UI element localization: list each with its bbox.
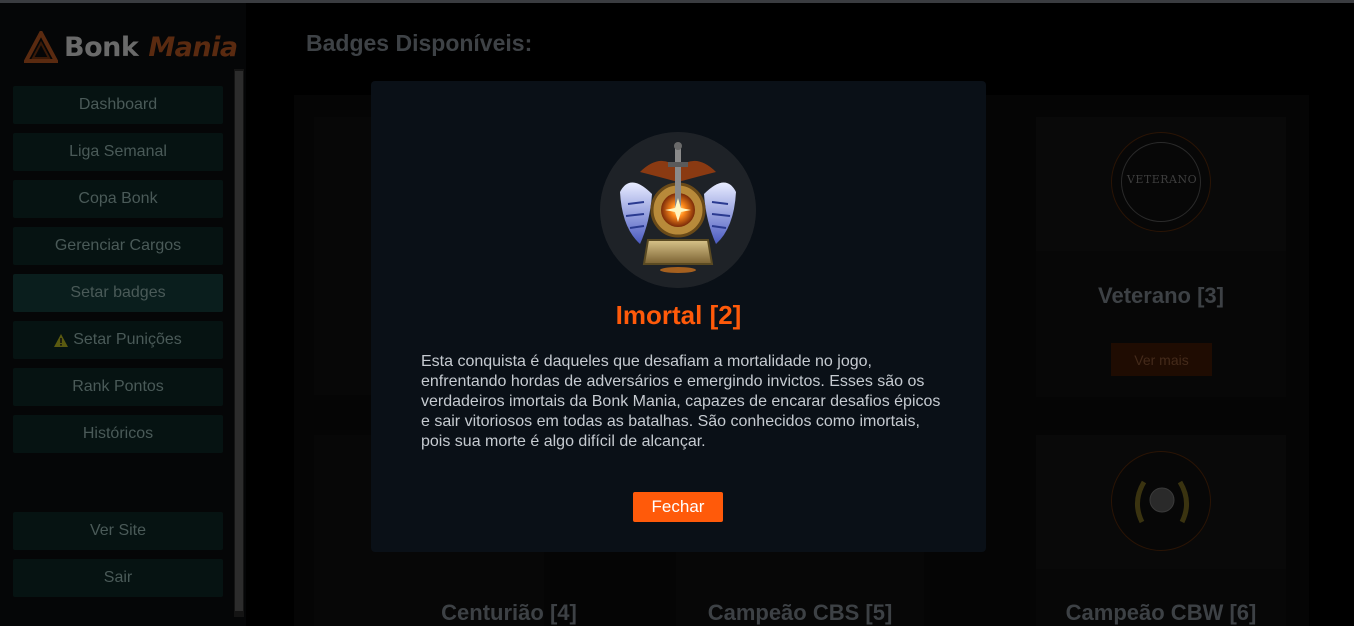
- nav-label: Setar badges: [70, 284, 166, 301]
- logo[interactable]: Bonk Mania: [24, 29, 238, 65]
- nav-ver-site[interactable]: Ver Site: [13, 512, 223, 550]
- cbw-badge-icon: [1111, 451, 1211, 551]
- nav-label: Sair: [103, 569, 133, 586]
- modal-title: Imortal [2]: [615, 300, 742, 330]
- nav-gerenciar-cargos[interactable]: Gerenciar Cargos: [13, 227, 223, 265]
- card-title: Campeão CBS [5]: [707, 600, 893, 625]
- nav-sair[interactable]: Sair: [13, 559, 223, 597]
- nav-label: Copa Bonk: [78, 190, 158, 207]
- card-title: Veterano [3]: [1098, 283, 1224, 308]
- sidebar-scrollbar[interactable]: [234, 69, 244, 617]
- ver-mais-button[interactable]: Ver mais: [1111, 343, 1212, 376]
- veterano-emblem-text: VETERANO: [1126, 173, 1198, 186]
- badge-card-cbw: Campeão CBW [6]: [1036, 435, 1286, 626]
- nav-liga-semanal[interactable]: Liga Semanal: [13, 133, 223, 171]
- modal-description: Esta conquista é daqueles que desafiam a…: [421, 353, 941, 450]
- veterano-badge-icon: VETERANO: [1111, 132, 1211, 232]
- card-title: Campeão CBW [6]: [1065, 600, 1257, 625]
- warning-icon: [54, 333, 69, 347]
- page-title: Badges Disponíveis:: [306, 30, 533, 56]
- nav-label: Liga Semanal: [69, 143, 167, 160]
- sidebar: Bonk Mania Dashboard Liga Semanal Copa B…: [0, 3, 246, 626]
- nav-historicos[interactable]: Históricos: [13, 415, 223, 453]
- nav-copa-bonk[interactable]: Copa Bonk: [13, 180, 223, 218]
- close-button[interactable]: Fechar: [633, 492, 723, 522]
- nav-label: Gerenciar Cargos: [54, 237, 182, 254]
- nav-rank-pontos[interactable]: Rank Pontos: [13, 368, 223, 406]
- nav-setar-punicoes[interactable]: Setar Punições: [13, 321, 223, 359]
- logo-word-mania: Mania: [148, 31, 238, 63]
- nav-label: Históricos: [82, 425, 154, 442]
- nav-label: Setar Punições: [73, 331, 182, 348]
- nav-label: Rank Pontos: [72, 378, 164, 395]
- nav-label: Dashboard: [78, 96, 158, 113]
- badge-modal: Imortal [2] Esta conquista é daqueles qu…: [371, 81, 986, 552]
- imortal-badge-icon: [600, 132, 756, 288]
- nav-dashboard[interactable]: Dashboard: [13, 86, 223, 124]
- card-title: Centurião [4]: [441, 600, 577, 625]
- logo-word-bonk: Bonk: [64, 31, 139, 63]
- nav-setar-badges[interactable]: Setar badges: [13, 274, 223, 312]
- laurel-ball-icon: [1135, 480, 1189, 524]
- logo-triangle-icon: [24, 31, 58, 63]
- nav-label: Ver Site: [89, 522, 147, 539]
- badge-card-veterano: VETERANO Veterano [3] Ver mais: [1036, 117, 1286, 397]
- imortal-emblem-art: [600, 132, 756, 288]
- scrollbar-thumb[interactable]: [235, 71, 243, 611]
